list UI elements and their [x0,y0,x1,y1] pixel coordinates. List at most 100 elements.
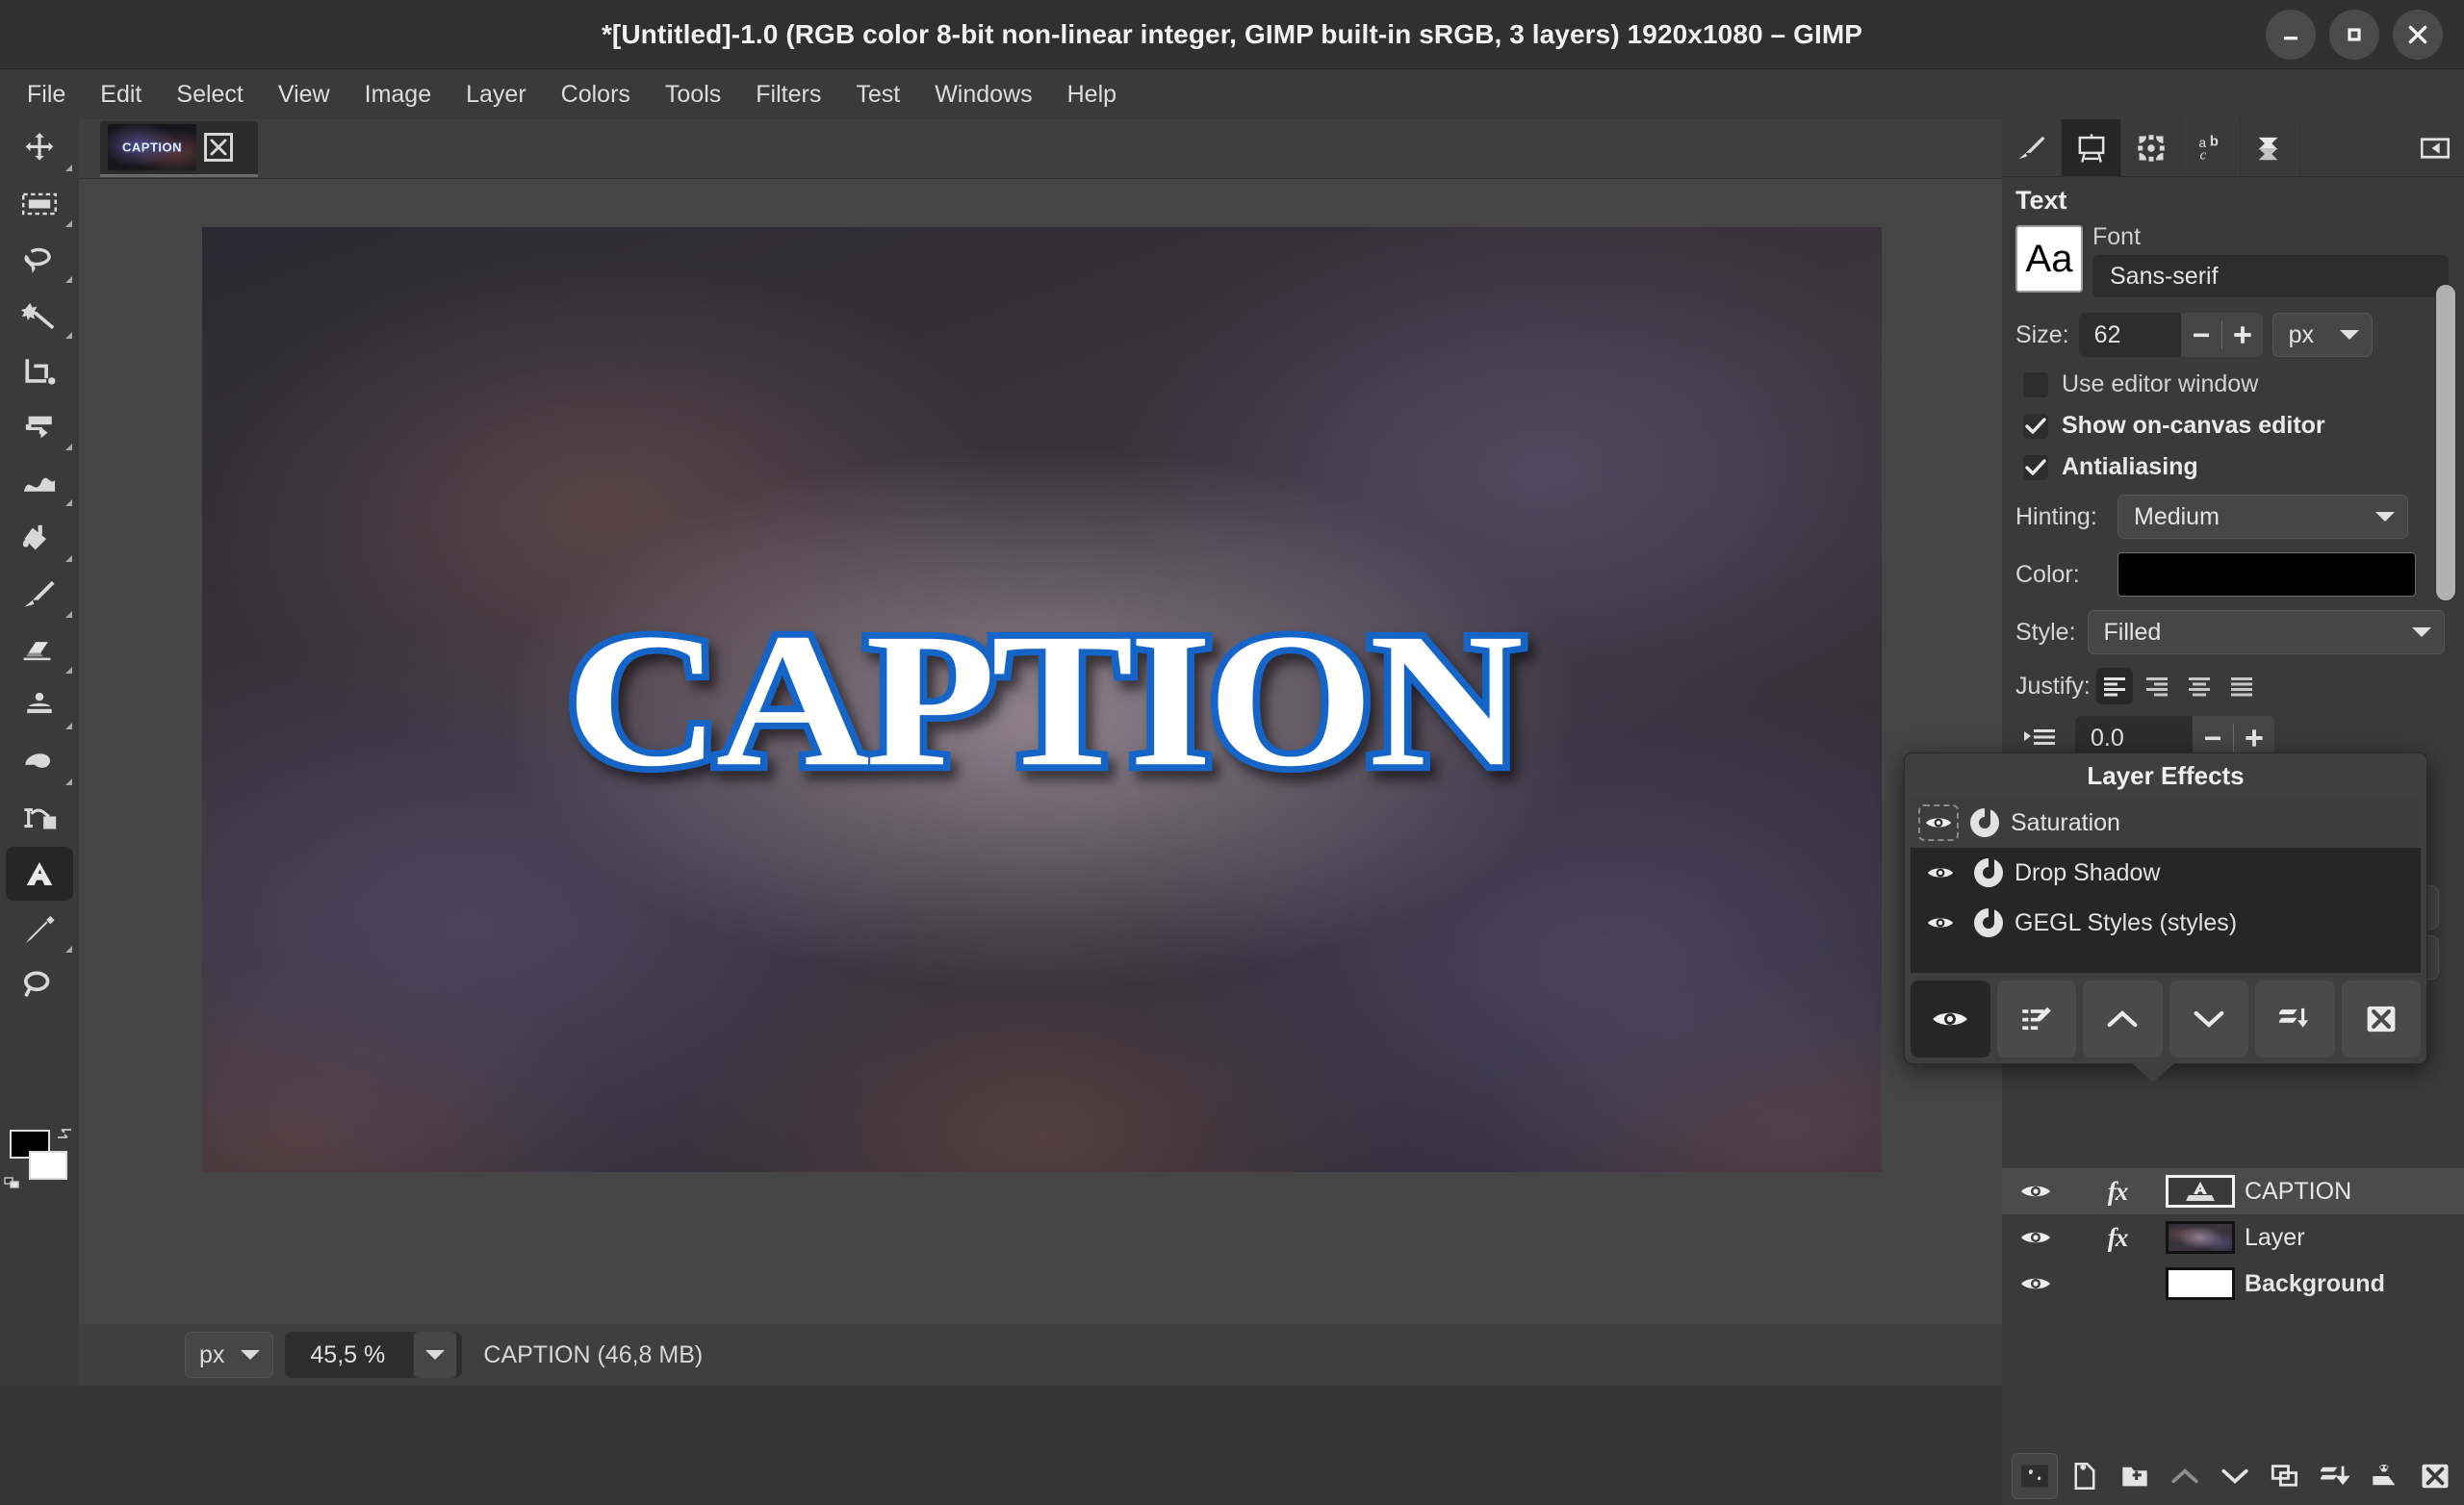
effect-visibility-toggle[interactable] [1918,854,1963,892]
tool-zoom[interactable] [6,958,73,1012]
menu-tools[interactable]: Tools [650,75,736,115]
text-color-swatch[interactable] [2118,552,2416,597]
menu-view[interactable]: View [263,75,346,115]
layer-effect-row-drop-shadow[interactable]: Drop Shadow [1911,848,2421,898]
effect-visibility-toggle[interactable] [1918,804,1959,841]
tool-warp-transform[interactable] [6,456,73,510]
font-input[interactable]: Sans-serif [2092,255,2449,297]
tool-free-select[interactable] [6,233,73,287]
show-on-canvas-editor-checkbox[interactable]: Show on-canvas editor [2023,412,2464,440]
tool-color-picker[interactable] [6,903,73,957]
menu-layer[interactable]: Layer [450,75,542,115]
size-spinner[interactable]: 62 [2078,313,2263,357]
new-layer-button[interactable] [2062,1453,2108,1499]
layer-visibility-toggle[interactable] [2002,1182,2069,1201]
tool-options-scrollbar[interactable] [2435,247,2456,869]
size-unit-value: px [2288,320,2314,348]
tab-fonts[interactable]: abc [2181,119,2241,176]
tool-transform[interactable] [6,400,73,454]
menu-select[interactable]: Select [161,75,258,115]
close-image-icon[interactable] [204,133,233,162]
maximize-button[interactable] [2329,10,2379,60]
collapse-dock-button[interactable] [2406,119,2464,176]
unit-selector[interactable]: px [185,1332,274,1378]
use-editor-window-label: Use editor window [2062,370,2259,397]
reset-colors-icon[interactable] [4,1177,21,1195]
tool-eraser[interactable] [6,624,73,677]
anchor-layer-button[interactable] [2362,1453,2408,1499]
tab-tool-options[interactable] [2062,119,2121,176]
close-button[interactable] [2393,10,2443,60]
menu-file[interactable]: File [12,75,81,115]
toggle-effect-visibility-button[interactable] [1911,981,1990,1058]
edit-effect-button[interactable] [1996,981,2076,1058]
justify-fill-button[interactable] [2223,668,2260,704]
use-editor-window-checkbox[interactable]: Use editor window [2023,370,2464,398]
justify-left-button[interactable] [2095,668,2133,704]
raise-layer-button[interactable] [2162,1453,2208,1499]
menu-image[interactable]: Image [349,75,447,115]
antialiasing-checkbox[interactable]: Antialiasing [2023,453,2464,481]
zoom-dropdown-button[interactable] [414,1332,457,1378]
scrollbar-thumb[interactable] [2435,284,2456,601]
merge-effect-button[interactable] [2255,981,2335,1058]
menu-filters[interactable]: Filters [740,75,836,115]
tool-smudge[interactable] [6,735,73,789]
tab-document-history[interactable] [2241,119,2300,176]
tool-paintbrush[interactable] [6,568,73,622]
hinting-select[interactable]: Medium [2118,495,2408,539]
layer-row-layer[interactable]: fx Layer [2002,1214,2464,1261]
justify-right-button[interactable] [2139,668,2175,704]
font-preview-button[interactable]: Aa [2015,225,2083,293]
image-canvas[interactable]: CAPTION [202,227,1882,1172]
layer-mask-button[interactable] [2012,1453,2058,1499]
size-decrement-button[interactable] [2181,313,2221,357]
menu-colors[interactable]: Colors [546,75,646,115]
lower-layer-button[interactable] [2212,1453,2258,1499]
tool-rectangle-select[interactable] [6,177,73,231]
menu-edit[interactable]: Edit [85,75,157,115]
duplicate-layer-button[interactable] [2262,1453,2308,1499]
lower-effect-button[interactable] [2169,981,2248,1058]
canvas-caption-text[interactable]: CAPTION [558,586,1530,812]
justify-center-button[interactable] [2181,668,2218,704]
layer-effect-row-gegl-styles[interactable]: GEGL Styles (styles) [1911,898,2421,948]
tool-crop[interactable] [6,344,73,398]
tool-paths[interactable] [6,791,73,845]
tool-move[interactable] [6,121,73,175]
tool-clone-stamp[interactable] [6,679,73,733]
swap-colors-icon[interactable] [56,1126,73,1146]
raise-effect-button[interactable] [2083,981,2163,1058]
size-unit-select[interactable]: px [2272,313,2373,357]
layer-effect-row-saturation[interactable]: Saturation [1911,798,2421,848]
tool-fuzzy-select[interactable] [6,289,73,343]
tab-patterns[interactable] [2121,119,2181,176]
delete-layer-button[interactable] [2412,1453,2458,1499]
image-viewport[interactable]: CAPTION [79,179,2002,1324]
new-layer-group-button[interactable] [2112,1453,2158,1499]
layer-row-background[interactable]: Background [2002,1261,2464,1307]
image-tab[interactable]: CAPTION [100,120,258,177]
foreground-background-colors[interactable] [4,1129,71,1189]
delete-effect-button[interactable] [2341,981,2421,1058]
effect-visibility-toggle[interactable] [1918,904,1963,942]
background-color-swatch[interactable] [29,1151,67,1180]
layer-thumbnail [2166,1267,2235,1300]
zoom-control[interactable]: 45,5 % [285,1332,463,1378]
menu-windows[interactable]: Windows [919,75,1047,115]
menu-help[interactable]: Help [1052,75,1132,115]
tool-text[interactable] [6,847,73,901]
layer-effects-indicator[interactable]: fx [2069,1177,2166,1207]
minimize-button[interactable] [2266,10,2316,60]
size-input[interactable]: 62 [2078,313,2181,357]
size-increment-button[interactable] [2222,313,2263,357]
layer-effects-indicator[interactable]: fx [2069,1223,2166,1253]
layer-row-caption[interactable]: fx CAPTION [2002,1168,2464,1214]
menu-test[interactable]: Test [840,75,915,115]
merge-down-button[interactable] [2312,1453,2358,1499]
tool-bucket-fill[interactable] [6,512,73,566]
layer-visibility-toggle[interactable] [2002,1274,2069,1293]
layer-visibility-toggle[interactable] [2002,1228,2069,1247]
tab-brushes[interactable] [2002,119,2062,176]
style-select[interactable]: Filled [2087,610,2445,654]
